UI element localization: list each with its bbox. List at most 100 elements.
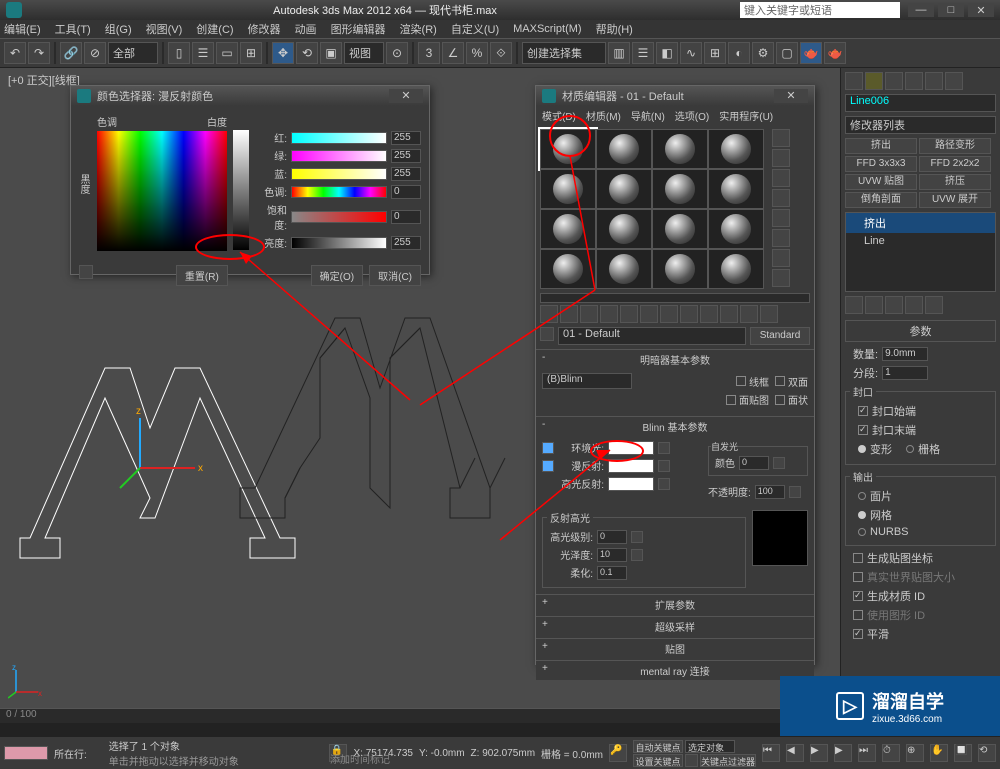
specular-map-button[interactable] (658, 478, 670, 490)
menu-item[interactable]: 帮助(H) (596, 21, 633, 37)
blue-value[interactable]: 255 (391, 167, 421, 181)
menu-item[interactable]: 图形编辑器 (331, 21, 386, 37)
menu-item[interactable]: 编辑(E) (4, 21, 41, 37)
shader-dropdown[interactable]: (B)Blinn (542, 373, 632, 389)
viewport-nav-button[interactable]: ✋ (930, 744, 948, 762)
unlink-button[interactable]: ⊘ (84, 42, 106, 64)
reset-button[interactable] (600, 305, 618, 323)
material-slot[interactable] (708, 169, 764, 209)
preview-button[interactable] (772, 229, 790, 247)
add-time-link[interactable]: 添加时间标记 (330, 751, 390, 766)
copy-button[interactable] (620, 305, 638, 323)
diffuse-swatch[interactable] (608, 459, 654, 473)
sat-value[interactable]: 0 (391, 210, 421, 224)
material-slot[interactable] (652, 169, 708, 209)
eyedropper-button[interactable] (79, 265, 93, 279)
play-button[interactable]: ▶ (810, 744, 828, 762)
sample-type-button[interactable] (772, 129, 790, 147)
render-setup-button[interactable]: ⚙ (752, 42, 774, 64)
slot-scrollbar[interactable] (540, 293, 810, 303)
out-radio[interactable] (858, 511, 866, 519)
go-sibling-button[interactable] (760, 305, 778, 323)
pick-button[interactable] (540, 327, 554, 341)
material-slot[interactable] (540, 169, 596, 209)
current-row[interactable] (4, 746, 48, 760)
material-slot[interactable] (708, 129, 764, 169)
remove-mod-button[interactable] (905, 296, 923, 314)
mat-menu[interactable]: 实用程序(U) (719, 108, 773, 123)
modifier-stack[interactable]: 挤出 Line (845, 212, 996, 292)
modifier-button[interactable]: 挤压 (919, 174, 991, 190)
video-check-button[interactable] (772, 209, 790, 227)
gen-mat-check[interactable] (853, 591, 863, 601)
opacity-spinner[interactable]: 100 (755, 485, 785, 499)
angle-snap-button[interactable]: ∠ (442, 42, 464, 64)
gloss-spinner[interactable]: 10 (597, 548, 627, 562)
modifier-button[interactable]: FFD 2x2x2 (919, 156, 991, 172)
green-slider[interactable] (291, 150, 387, 162)
assign-button[interactable] (580, 305, 598, 323)
show-end-button[interactable] (865, 296, 883, 314)
modifier-button[interactable]: FFD 3x3x3 (845, 156, 917, 172)
material-slot[interactable] (540, 209, 596, 249)
teapot-button[interactable]: 🫖 (824, 42, 846, 64)
show-map-button[interactable] (700, 305, 718, 323)
wire-check[interactable] (736, 376, 746, 386)
refcoord-dropdown[interactable]: 视图 (344, 42, 384, 64)
minimize-button[interactable]: — (908, 3, 934, 17)
mat-menu[interactable]: 材质(M) (586, 108, 621, 123)
cap-end-check[interactable] (858, 425, 868, 435)
material-name-field[interactable]: 01 - Default (558, 327, 746, 345)
object-name-field[interactable]: Line006 (845, 94, 996, 112)
motion-tab[interactable] (905, 72, 923, 90)
basic-rollout-head[interactable]: Blinn 基本参数 (536, 417, 814, 436)
dialog-close-button[interactable]: ✕ (389, 89, 423, 103)
faceted-check[interactable] (775, 395, 785, 405)
menu-item[interactable]: 动画 (295, 21, 317, 37)
stack-item[interactable]: 挤出 (846, 213, 995, 233)
real-world-check[interactable] (853, 572, 863, 582)
material-slot[interactable] (652, 209, 708, 249)
utilities-tab[interactable] (945, 72, 963, 90)
close-button[interactable]: ✕ (968, 3, 994, 17)
y-coord[interactable]: Y: -0.0mm (419, 748, 465, 759)
val-slider[interactable] (291, 237, 387, 249)
configure-button[interactable] (925, 296, 943, 314)
pin-stack-button[interactable] (845, 296, 863, 314)
spec-level-spinner[interactable]: 0 (597, 530, 627, 544)
menu-item[interactable]: 自定义(U) (451, 21, 499, 37)
scale-button[interactable]: ▣ (320, 42, 342, 64)
scope-dropdown[interactable]: 全部 (108, 42, 158, 64)
backlight-button[interactable] (772, 149, 790, 167)
modifier-button[interactable]: UVW 贴图 (845, 174, 917, 190)
menu-item[interactable]: 组(G) (105, 21, 132, 37)
rollout-head[interactable]: 贴图 (536, 639, 814, 658)
grid-radio[interactable] (906, 445, 914, 453)
ambient-swatch[interactable] (608, 441, 654, 455)
rollout-head[interactable]: 扩展参数 (536, 595, 814, 614)
show-end-button[interactable] (720, 305, 738, 323)
z-coord[interactable]: Z: 902.075mm (471, 748, 535, 759)
material-slot[interactable] (652, 249, 708, 289)
help-search-input[interactable]: 键入关键字或短语 (740, 2, 900, 18)
hue-slider[interactable] (291, 186, 387, 198)
reset-button[interactable]: 重置(R) (176, 265, 228, 286)
make-unique-button[interactable] (640, 305, 658, 323)
material-slot[interactable] (596, 169, 652, 209)
curve-editor-button[interactable]: ∿ (680, 42, 702, 64)
modify-tab[interactable] (865, 72, 883, 90)
uv-tiling-button[interactable] (772, 189, 790, 207)
material-slot[interactable] (540, 249, 596, 289)
undo-button[interactable]: ↶ (4, 42, 26, 64)
menu-item[interactable]: 创建(C) (196, 21, 233, 37)
modifier-button[interactable]: UVW 展开 (919, 192, 991, 208)
menu-item[interactable]: MAXScript(M) (513, 23, 581, 35)
ok-button[interactable]: 确定(O) (311, 265, 363, 286)
window-crossing-button[interactable]: ⊞ (240, 42, 262, 64)
named-selset-dropdown[interactable]: 创建选择集 (522, 42, 606, 64)
hierarchy-tab[interactable] (885, 72, 903, 90)
shader-rollout-head[interactable]: 明暗器基本参数 (536, 350, 814, 369)
mirror-button[interactable]: ▥ (608, 42, 630, 64)
amount-spinner[interactable]: 9.0mm (882, 347, 928, 361)
hue-gradient[interactable] (97, 131, 227, 251)
